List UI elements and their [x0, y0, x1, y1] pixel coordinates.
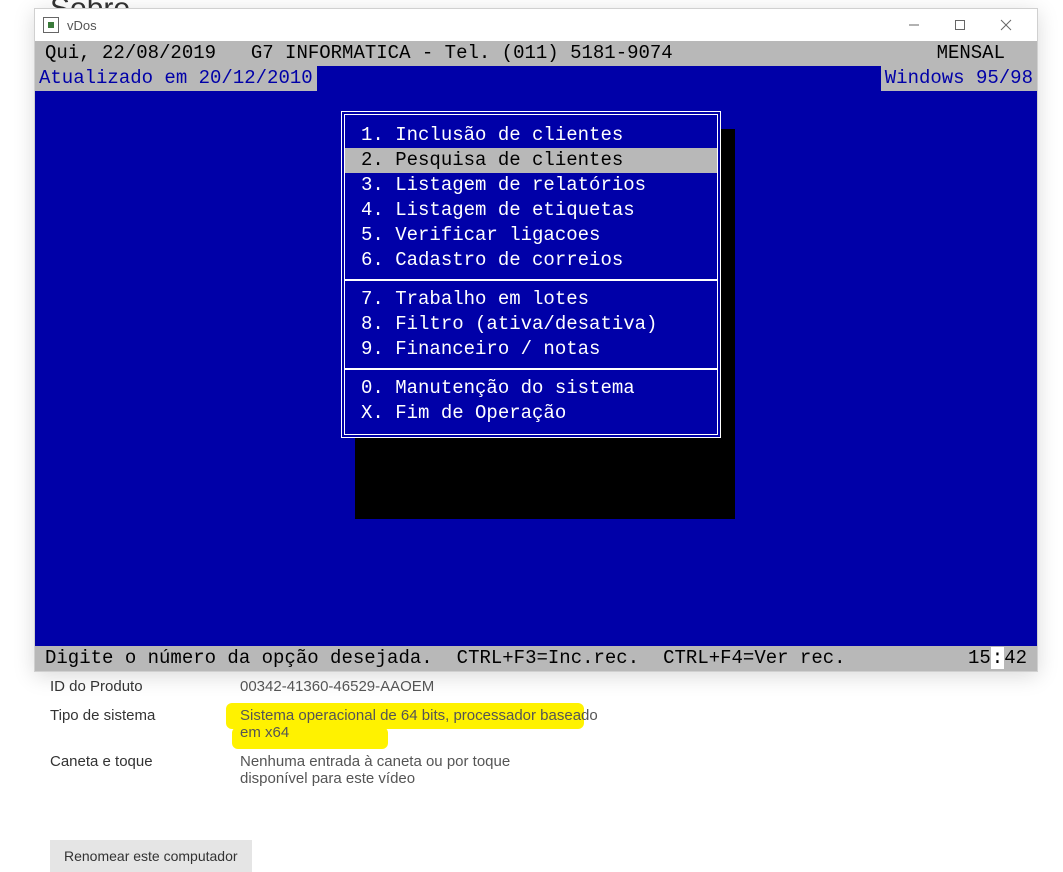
menu-item-2[interactable]: 2. Pesquisa de clientes: [345, 148, 717, 173]
menu-item-7[interactable]: 7. Trabalho em lotes: [345, 287, 717, 312]
rename-computer-button[interactable]: Renomear este computador: [50, 840, 252, 872]
dos-topbar: Qui, 22/08/2019 G7 INFORMATICA - Tel. (0…: [35, 41, 1037, 66]
dos-help-f4: CTRL+F4=Ver rec.: [639, 646, 845, 671]
sysinfo-label: ID do Produto: [50, 678, 240, 695]
sysinfo-value: 00342-41360-46529-AAOEM: [240, 678, 750, 695]
dos-os: Windows 95/98: [881, 66, 1037, 91]
dos-company: G7 INFORMATICA - Tel. (011) 5181-9074: [251, 41, 915, 66]
dos-updated: Atualizado em 20/12/2010: [35, 66, 317, 91]
dos-main: 1. Inclusão de clientes2. Pesquisa de cl…: [35, 91, 1037, 646]
menu-item-6[interactable]: 6. Cadastro de correios: [345, 248, 717, 273]
maximize-button[interactable]: [937, 11, 983, 39]
menu-box: 1. Inclusão de clientes2. Pesquisa de cl…: [341, 111, 721, 438]
sysinfo-row-product-id: ID do Produto 00342-41360-46529-AAOEM: [50, 678, 750, 695]
window-controls: [891, 11, 1029, 39]
window-title: vDos: [67, 18, 891, 33]
dos-topbar-sep: [216, 41, 251, 66]
close-button[interactable]: [983, 11, 1029, 39]
dos-bottombar: Digite o número da opção desejada. CTRL+…: [35, 646, 1037, 671]
menu-item-0[interactable]: 0. Manutenção do sistema: [345, 376, 717, 401]
menu-item-X[interactable]: X. Fim de Operação: [345, 401, 717, 426]
sysinfo-value-text: Sistema operacional de 64 bits, processa…: [240, 707, 598, 741]
dos-date: Qui, 22/08/2019: [45, 41, 216, 66]
vdos-window: vDos Qui, 22/08/2019 G7 INFORMATICA - Te…: [34, 8, 1038, 672]
menu-item-3[interactable]: 3. Listagem de relatórios: [345, 173, 717, 198]
menu-item-9[interactable]: 9. Financeiro / notas: [345, 337, 717, 362]
dos-mode: MENSAL: [915, 41, 1027, 66]
dos-secondrow: Atualizado em 20/12/2010 Windows 95/98: [35, 66, 1037, 91]
sysinfo-value-highlighted: Sistema operacional de 64 bits, processa…: [240, 707, 600, 741]
sysinfo-value: Nenhuma entrada à caneta ou por toque di…: [240, 753, 580, 787]
dos-time-m: 42: [1004, 647, 1027, 669]
menu-item-8[interactable]: 8. Filtro (ativa/desativa): [345, 312, 717, 337]
sysinfo-label: Tipo de sistema: [50, 707, 240, 724]
dos-screen[interactable]: Qui, 22/08/2019 G7 INFORMATICA - Tel. (0…: [35, 41, 1037, 671]
sysinfo-row-system-type: Tipo de sistema Sistema operacional de 6…: [50, 707, 750, 741]
app-icon: [43, 17, 59, 33]
sysinfo-label: Caneta e toque: [50, 753, 240, 770]
minimize-button[interactable]: [891, 11, 937, 39]
menu-divider: [345, 279, 717, 281]
dos-time-h: 15: [968, 647, 991, 669]
time-colon: :: [991, 647, 1004, 669]
highlight-tail: [371, 737, 388, 751]
sysinfo-row-pen-touch: Caneta e toque Nenhuma entrada à caneta …: [50, 753, 750, 787]
titlebar[interactable]: vDos: [35, 9, 1037, 41]
dos-help-f3: CTRL+F3=Inc.rec.: [433, 646, 639, 671]
menu-item-5[interactable]: 5. Verificar ligacoes: [345, 223, 717, 248]
menu-item-1[interactable]: 1. Inclusão de clientes: [345, 123, 717, 148]
menu-item-4[interactable]: 4. Listagem de etiquetas: [345, 198, 717, 223]
menu-divider: [345, 368, 717, 370]
sysinfo-value-text: Nenhuma entrada à caneta ou por toque di…: [240, 753, 510, 787]
system-info: ID do Produto 00342-41360-46529-AAOEM Ti…: [50, 678, 750, 799]
dos-prompt: Digite o número da opção desejada.: [45, 646, 433, 671]
